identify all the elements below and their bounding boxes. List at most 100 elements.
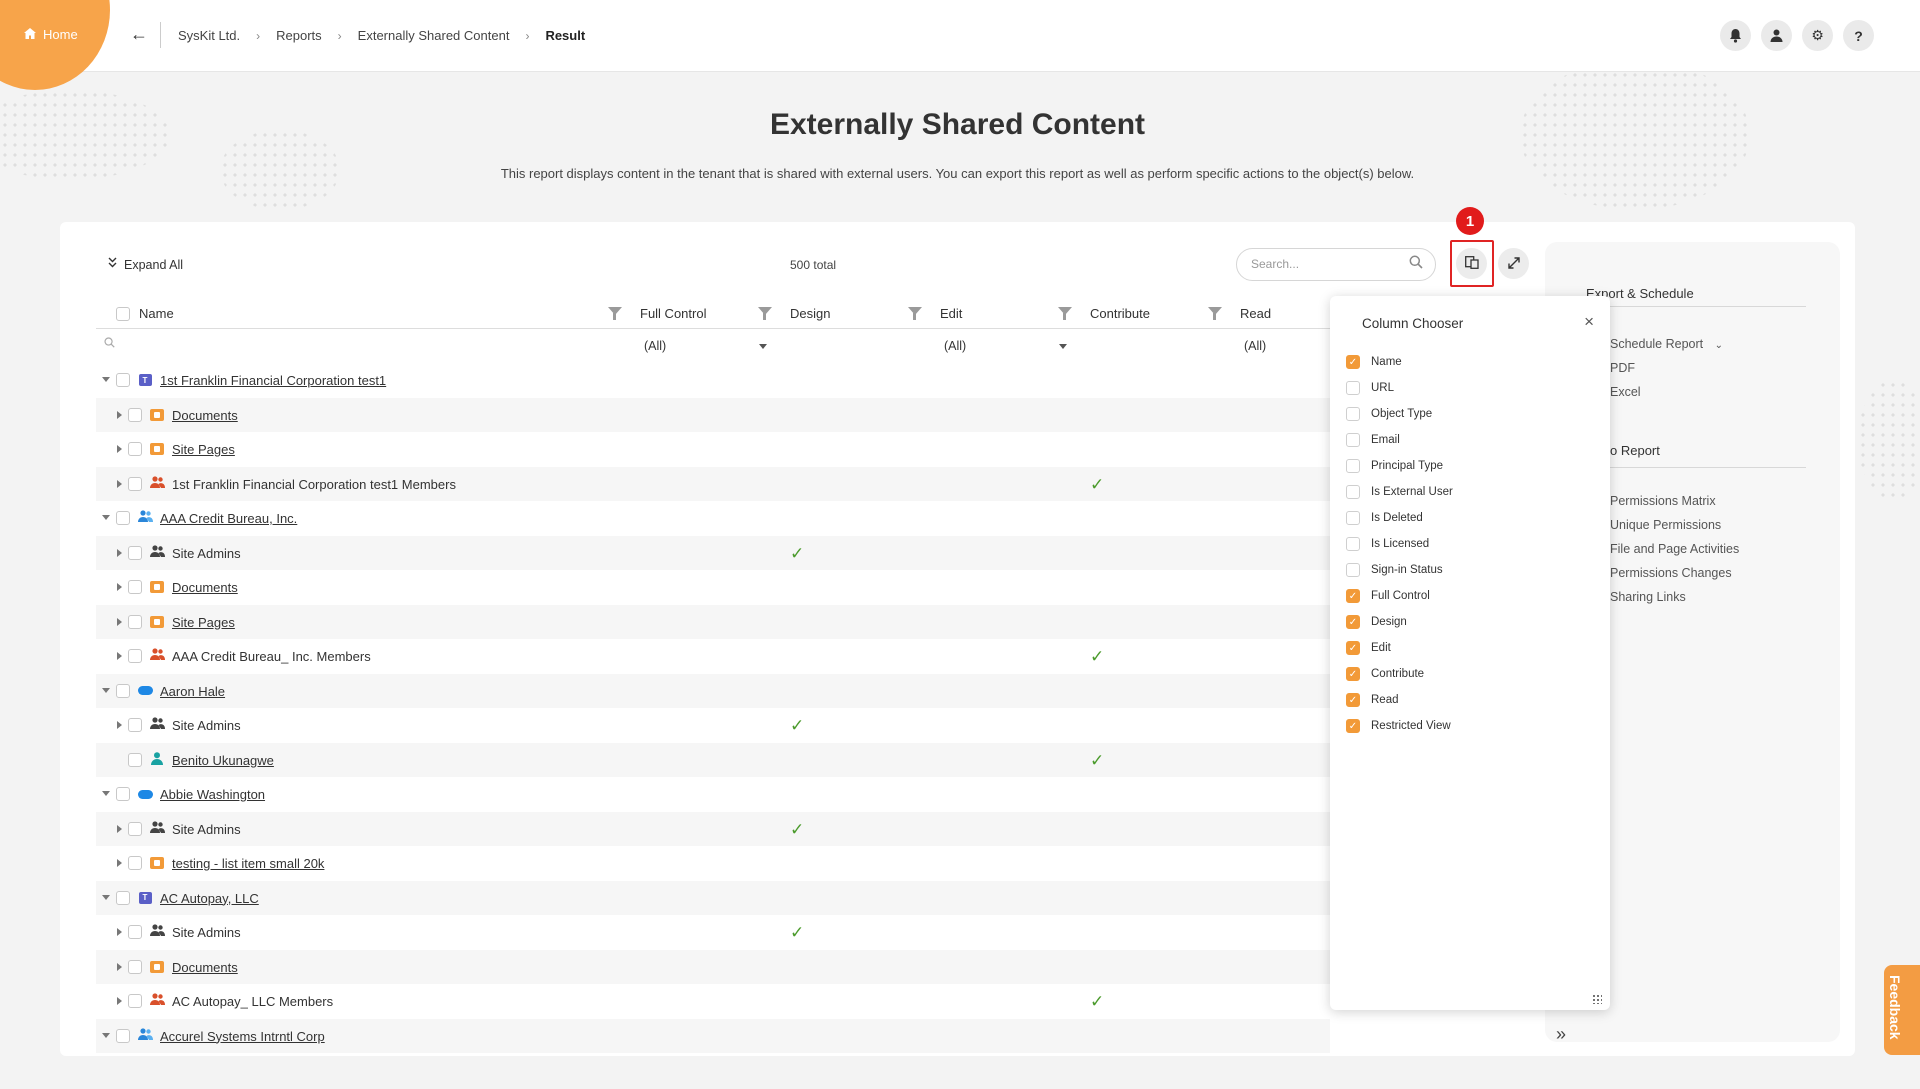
table-row[interactable]: Benito Ukunagwe ✓: [96, 742, 1330, 777]
item-name-link[interactable]: Aaron Hale: [160, 684, 225, 699]
checkbox-checked[interactable]: ✓: [1346, 641, 1360, 655]
item-name-link[interactable]: Benito Ukunagwe: [172, 753, 274, 768]
column-option[interactable]: Object Type: [1346, 407, 1432, 421]
row-checkbox[interactable]: [128, 614, 142, 629]
caret-down-icon[interactable]: [102, 894, 110, 900]
filter-icon[interactable]: [1208, 307, 1222, 320]
table-row[interactable]: AAA Credit Bureau, Inc.: [96, 501, 1330, 536]
feedback-tab[interactable]: Feedback: [1884, 965, 1920, 1055]
column-option[interactable]: Is External User: [1346, 485, 1453, 499]
row-checkbox[interactable]: [128, 994, 142, 1008]
item-name-link[interactable]: Site Pages: [172, 615, 235, 630]
filter-icon[interactable]: [758, 307, 772, 320]
report-link-sharing-links[interactable]: Sharing Links: [1610, 590, 1686, 604]
table-row[interactable]: testing - list item small 20k: [96, 846, 1330, 881]
row-checkbox[interactable]: [128, 718, 142, 732]
chevron-down-icon[interactable]: [1059, 344, 1067, 349]
filter-icon[interactable]: [1058, 307, 1072, 320]
filter-edit[interactable]: (All): [944, 339, 966, 353]
caret-right-icon[interactable]: [117, 617, 122, 626]
column-option[interactable]: Email: [1346, 433, 1400, 447]
column-option[interactable]: ✓ Contribute: [1346, 667, 1424, 681]
table-row[interactable]: Site Pages: [96, 604, 1330, 639]
column-option[interactable]: URL: [1346, 381, 1394, 395]
caret-right-icon[interactable]: [117, 962, 122, 971]
table-row[interactable]: Site Admins ✓: [96, 915, 1330, 950]
checkbox[interactable]: [1346, 485, 1360, 499]
search-icon[interactable]: [1409, 255, 1423, 273]
checkbox[interactable]: [1346, 381, 1360, 395]
row-checkbox[interactable]: [128, 545, 142, 560]
chevron-down-icon[interactable]: [759, 344, 767, 349]
column-option[interactable]: Is Licensed: [1346, 537, 1429, 551]
table-row[interactable]: Accurel Systems Intrntl Corp: [96, 1018, 1330, 1053]
collapse-panel-icon[interactable]: »: [1556, 1024, 1566, 1045]
search-input[interactable]: [1251, 257, 1401, 271]
filter-icon[interactable]: [908, 307, 922, 320]
column-chooser-button[interactable]: [1456, 248, 1487, 279]
column-header-contribute[interactable]: Contribute: [1090, 306, 1150, 321]
table-row[interactable]: T AC Autopay, LLC: [96, 880, 1330, 915]
column-option[interactable]: ✓ Design: [1346, 615, 1407, 629]
row-checkbox[interactable]: [128, 821, 142, 836]
checkbox-checked[interactable]: ✓: [1346, 693, 1360, 707]
checkbox-checked[interactable]: ✓: [1346, 589, 1360, 603]
row-checkbox[interactable]: [116, 683, 130, 698]
home-button[interactable]: Home: [24, 27, 78, 42]
item-name-link[interactable]: AAA Credit Bureau, Inc.: [160, 511, 297, 526]
item-name-link[interactable]: Documents: [172, 408, 238, 423]
caret-right-icon[interactable]: [117, 928, 122, 936]
table-row[interactable]: Site Pages: [96, 432, 1330, 467]
caret-right-icon[interactable]: [117, 410, 122, 419]
row-checkbox[interactable]: [116, 787, 130, 801]
caret-right-icon[interactable]: [117, 997, 122, 1005]
column-option[interactable]: ✓ Name: [1346, 355, 1402, 369]
breadcrumb-item-syskit[interactable]: SysKit Ltd.: [178, 28, 240, 43]
table-row[interactable]: AC Autopay_ LLC Members ✓: [96, 984, 1330, 1019]
report-link-file-page-activities[interactable]: File and Page Activities: [1610, 542, 1739, 556]
gear-icon[interactable]: ⚙: [1802, 20, 1833, 51]
row-checkbox[interactable]: [116, 890, 130, 905]
column-header-read[interactable]: Read: [1240, 306, 1271, 321]
caret-down-icon[interactable]: [102, 515, 110, 520]
row-checkbox[interactable]: [128, 752, 142, 767]
item-name-link[interactable]: Site Pages: [172, 442, 235, 457]
item-name-link[interactable]: Documents: [172, 580, 238, 595]
column-option[interactable]: ✓ Edit: [1346, 641, 1391, 655]
column-header-name[interactable]: Name: [139, 306, 174, 321]
column-option[interactable]: ✓ Restricted View: [1346, 719, 1451, 733]
table-row[interactable]: Documents: [96, 949, 1330, 984]
report-link-unique-permissions[interactable]: Unique Permissions: [1610, 518, 1721, 532]
column-header-full-control[interactable]: Full Control: [640, 306, 706, 321]
column-option[interactable]: Sign-in Status: [1346, 563, 1443, 577]
table-row[interactable]: Documents: [96, 570, 1330, 605]
table-row[interactable]: AAA Credit Bureau_ Inc. Members ✓: [96, 639, 1330, 674]
fullscreen-button[interactable]: [1498, 248, 1529, 279]
breadcrumb-item-report[interactable]: Externally Shared Content: [358, 28, 510, 43]
checkbox[interactable]: [1346, 407, 1360, 421]
caret-right-icon[interactable]: [117, 652, 122, 660]
column-option[interactable]: ✓ Full Control: [1346, 589, 1430, 603]
table-row[interactable]: Site Admins ✓: [96, 811, 1330, 846]
report-link-permissions-matrix[interactable]: Permissions Matrix: [1610, 494, 1716, 508]
row-checkbox[interactable]: [116, 373, 130, 387]
table-row[interactable]: Aaron Hale: [96, 673, 1330, 708]
bell-icon[interactable]: [1720, 20, 1751, 51]
expand-all-button[interactable]: Expand All: [108, 257, 183, 272]
row-checkbox[interactable]: [128, 442, 142, 456]
column-option[interactable]: Principal Type: [1346, 459, 1443, 473]
select-all-checkbox[interactable]: [116, 307, 130, 321]
caret-down-icon[interactable]: [102, 791, 110, 796]
checkbox[interactable]: [1346, 563, 1360, 577]
caret-right-icon[interactable]: [117, 824, 122, 833]
table-row[interactable]: Site Admins ✓: [96, 708, 1330, 743]
caret-right-icon[interactable]: [117, 721, 122, 729]
checkbox[interactable]: [1346, 511, 1360, 525]
caret-down-icon[interactable]: [102, 377, 110, 382]
row-checkbox[interactable]: [128, 856, 142, 870]
row-checkbox[interactable]: [128, 959, 142, 974]
table-row[interactable]: Abbie Washington: [96, 777, 1330, 812]
user-icon[interactable]: [1761, 20, 1792, 51]
column-option[interactable]: Is Deleted: [1346, 511, 1423, 525]
filter-icon[interactable]: [608, 307, 622, 320]
